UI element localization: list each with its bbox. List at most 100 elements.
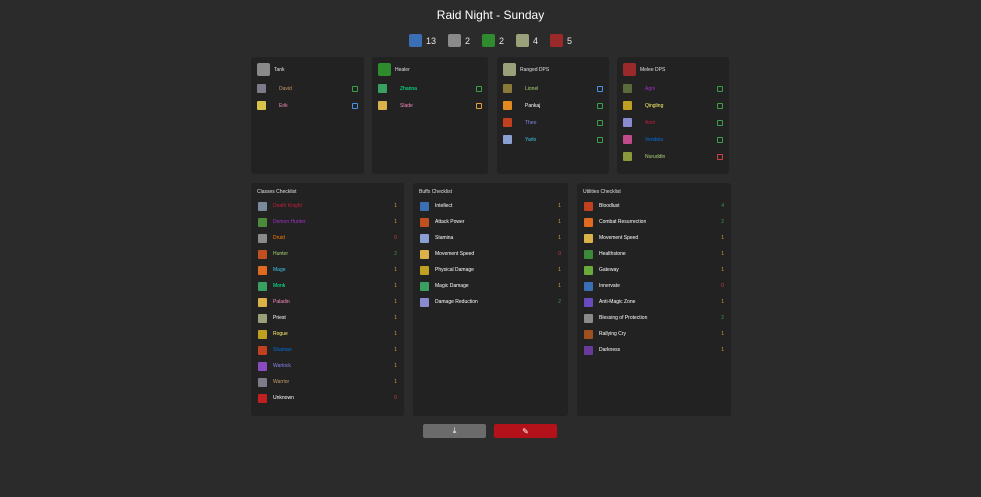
checklist-item-icon <box>258 281 267 291</box>
import-button[interactable]: ⤓ <box>423 424 486 438</box>
checklist-item-icon <box>258 361 267 371</box>
checklist-title: Buffs Checklist <box>419 189 452 195</box>
checklist-item-count: 2 <box>721 219 724 225</box>
role-title: Ranged DPS <box>520 66 550 73</box>
checklist-item-count: 1 <box>558 283 561 289</box>
role-title: Tank <box>274 66 285 73</box>
checklist-item-count: 1 <box>394 299 397 305</box>
checklist-title: Classes Checklist <box>257 189 297 195</box>
melee-icon <box>550 34 564 47</box>
checklist-item-icon <box>420 297 429 307</box>
class-icon <box>623 84 632 93</box>
role-panel-tank: Tank David Erik <box>251 57 364 174</box>
checklist-item-icon <box>420 281 429 291</box>
player-row[interactable]: Lionel <box>503 80 603 97</box>
ranged-icon <box>516 34 529 47</box>
player-row[interactable]: Erik <box>257 97 358 114</box>
player-row[interactable]: Agni <box>623 80 723 97</box>
class-icon <box>623 118 632 127</box>
checklist-item: Damage Reduction 2 <box>413 294 568 310</box>
calendar-status-icon <box>597 102 603 109</box>
player-name: Theo <box>525 119 537 126</box>
checklist-item-count: 2 <box>721 315 724 321</box>
checklist-item-label: Damage Reduction <box>435 299 478 305</box>
checklist-item-count: 1 <box>721 235 724 241</box>
player-row[interactable]: Pankaj <box>503 97 603 114</box>
checklist-item-count: 2 <box>394 251 397 257</box>
checklist-item-count: 0 <box>394 235 397 241</box>
checklist-item-count: 0 <box>558 251 561 257</box>
checklist-item: Druid 0 <box>251 230 404 246</box>
player-row[interactable]: Vendela <box>623 131 723 148</box>
checklist-item: Rallying Cry 1 <box>577 326 731 342</box>
player-row[interactable]: Zhanna <box>378 80 482 97</box>
summary-melee: 5 <box>550 34 572 47</box>
checklist-item: Innervate 0 <box>577 278 731 294</box>
checklist-item-label: Darkness <box>599 347 621 353</box>
checklist-item-count: 1 <box>394 315 397 321</box>
checklist-item-icon <box>258 217 267 227</box>
checklist-item-count: 1 <box>558 203 561 209</box>
role-panel-healer: Healer Zhanna Slade <box>372 57 488 174</box>
checklist-item-label: Anti-Magic Zone <box>599 299 636 305</box>
role-header: Tank <box>251 57 364 76</box>
checklist-item-count: 1 <box>394 347 397 353</box>
checklist-item: Healthstone 1 <box>577 246 731 262</box>
edit-button[interactable]: ✎ <box>494 424 557 438</box>
player-name: Qingling <box>645 102 664 109</box>
checklist-item-count: 1 <box>394 203 397 209</box>
checklist-item-label: Innervate <box>599 283 620 289</box>
calendar-status-icon <box>352 85 358 92</box>
player-row[interactable]: Slade <box>378 97 482 114</box>
checklist-item-count: 1 <box>394 283 397 289</box>
player-name: Zhanna <box>400 85 417 92</box>
player-row[interactable]: Theo <box>503 114 603 131</box>
player-row[interactable]: Nuruddin <box>623 148 723 165</box>
calendar-status-icon <box>597 85 603 92</box>
calendar-status-icon <box>717 85 723 92</box>
player-row[interactable]: Amir <box>623 114 723 131</box>
checklist-item-icon <box>258 201 267 211</box>
checklist-item-label: Demon Hunter <box>273 219 306 225</box>
raid-icon <box>408 34 422 47</box>
checklist-item-icon <box>258 249 267 259</box>
checklist-item-icon <box>420 233 429 243</box>
class-icon <box>623 135 632 144</box>
checklist-item: Bloodlust 4 <box>577 198 731 214</box>
class-icon <box>503 101 512 110</box>
checklist-item-count: 1 <box>721 267 724 273</box>
checklist-item-icon <box>584 313 593 323</box>
role-summary-bar: 13 2 2 4 5 <box>0 34 981 47</box>
checklist-item: Unknown 0 <box>251 390 404 406</box>
player-row[interactable]: David <box>257 80 358 97</box>
checklist-item: Intellect 1 <box>413 198 568 214</box>
player-row[interactable]: Qingling <box>623 97 723 114</box>
player-name: Yarlo <box>525 136 537 143</box>
checklist-item-count: 0 <box>721 283 724 289</box>
checklist-item-icon <box>258 265 267 275</box>
player-row[interactable]: Yarlo <box>503 131 603 148</box>
player-name: Slade <box>400 102 413 109</box>
checklist-item: Shaman 1 <box>251 342 404 358</box>
checklist-item-count: 1 <box>394 379 397 385</box>
class-icon <box>257 84 266 93</box>
calendar-status-icon <box>717 136 723 143</box>
checklist-item-label: Gateway <box>599 267 619 273</box>
checklist-item-label: Rallying Cry <box>599 331 626 337</box>
page-title: Raid Night - Sunday <box>436 8 545 22</box>
class-icon <box>503 135 512 144</box>
checklist-item-icon <box>258 345 267 355</box>
checklist-item: Mage 1 <box>251 262 404 278</box>
checklist-item-label: Paladin <box>273 299 290 305</box>
checklist-item-count: 1 <box>394 267 397 273</box>
summary-count: 2 <box>464 35 470 46</box>
checklist-item-count: 2 <box>558 299 561 305</box>
checklist-item-icon <box>584 201 593 211</box>
checklist-utilities-checklist: Utilities Checklist Bloodlust 4 Combat Resu… <box>577 183 731 416</box>
checklist-item-label: Attack Power <box>435 219 465 225</box>
checklist-item: Warrior 1 <box>251 374 404 390</box>
healer-icon <box>481 34 495 47</box>
checklist-item-count: 1 <box>721 299 724 305</box>
checklist-item-label: Shaman <box>273 347 292 353</box>
role-header: Ranged DPS <box>497 57 609 76</box>
